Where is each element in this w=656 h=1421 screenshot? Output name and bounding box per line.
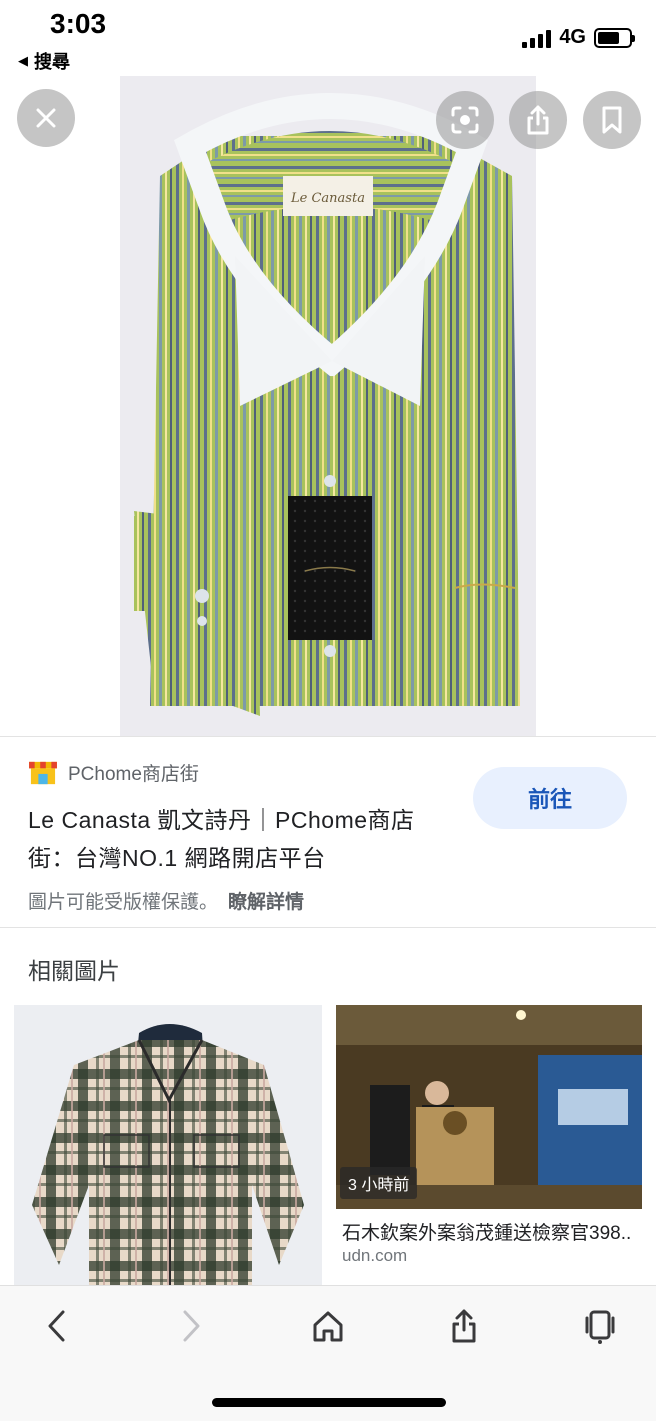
home-indicator[interactable] bbox=[212, 1398, 446, 1407]
lens-icon bbox=[451, 106, 479, 134]
brand-label-text: Le Canasta bbox=[290, 191, 365, 206]
back-triangle-icon: ◀ bbox=[18, 53, 28, 68]
source-card: PChome商店街 Le Canasta 凱文詩丹｜PChome商店街：台灣NO… bbox=[0, 736, 656, 928]
source-page-title[interactable]: Le Canasta 凱文詩丹｜PChome商店街：台灣NO.1 網路開店平台 bbox=[28, 801, 448, 877]
network-type: 4G bbox=[559, 26, 586, 48]
related-image-news[interactable]: 3 小時前 bbox=[336, 1005, 642, 1209]
site-name: PChome商店街 bbox=[68, 764, 199, 785]
chevron-left-icon bbox=[48, 1310, 65, 1342]
chevron-right-icon bbox=[183, 1310, 200, 1342]
share-page-button[interactable] bbox=[442, 1304, 486, 1348]
related-images-heading: 相關圖片 bbox=[28, 958, 120, 984]
copyright-notice: 圖片可能受版權保護。 瞭解詳情 bbox=[28, 887, 304, 914]
close-button[interactable] bbox=[17, 89, 75, 147]
battery-icon bbox=[594, 27, 635, 48]
battery-level bbox=[598, 31, 619, 44]
copyright-text: 圖片可能受版權保護。 bbox=[28, 892, 219, 913]
browser-toolbar bbox=[0, 1285, 656, 1421]
share-image-button[interactable] bbox=[509, 91, 567, 149]
back-button[interactable] bbox=[34, 1304, 78, 1348]
forward-button[interactable] bbox=[170, 1304, 214, 1348]
back-app-label: 搜尋 bbox=[34, 52, 70, 72]
time-badge: 3 小時前 bbox=[340, 1167, 418, 1199]
tabs-button[interactable] bbox=[578, 1304, 622, 1348]
share-icon bbox=[527, 105, 549, 135]
plaid-shirt-illustration bbox=[14, 1005, 322, 1285]
pchome-logo-icon bbox=[29, 761, 57, 784]
shirt-illustration: Le Canasta bbox=[134, 93, 520, 716]
status-indicators: 4G bbox=[522, 26, 635, 49]
close-icon bbox=[36, 108, 56, 128]
learn-more-link[interactable]: 瞭解詳情 bbox=[228, 892, 304, 913]
home-button[interactable] bbox=[306, 1304, 350, 1348]
home-icon bbox=[313, 1311, 343, 1342]
visit-button[interactable]: 前往 bbox=[473, 767, 627, 829]
status-bar: 3:03 ◀ 搜尋 4G bbox=[0, 0, 656, 76]
bookmark-icon bbox=[602, 106, 622, 134]
tabs-icon bbox=[585, 1310, 615, 1344]
back-to-app-link[interactable]: ◀ 搜尋 bbox=[18, 48, 70, 74]
share-icon bbox=[452, 1309, 476, 1343]
related-caption[interactable]: 石木欽案外案翁茂鍾送檢察官398... bbox=[342, 1218, 632, 1245]
signal-icon bbox=[522, 28, 552, 48]
related-source: udn.com bbox=[342, 1246, 408, 1265]
shirt-image[interactable]: Le Canasta bbox=[120, 76, 536, 736]
related-image-plaid-shirt[interactable] bbox=[14, 1005, 322, 1285]
image-viewer: Le Canasta bbox=[0, 76, 656, 736]
lens-button[interactable] bbox=[436, 91, 494, 149]
status-time: 3:03 bbox=[50, 8, 107, 39]
bookmark-button[interactable] bbox=[583, 91, 641, 149]
site-row[interactable]: PChome商店街 bbox=[28, 759, 199, 786]
